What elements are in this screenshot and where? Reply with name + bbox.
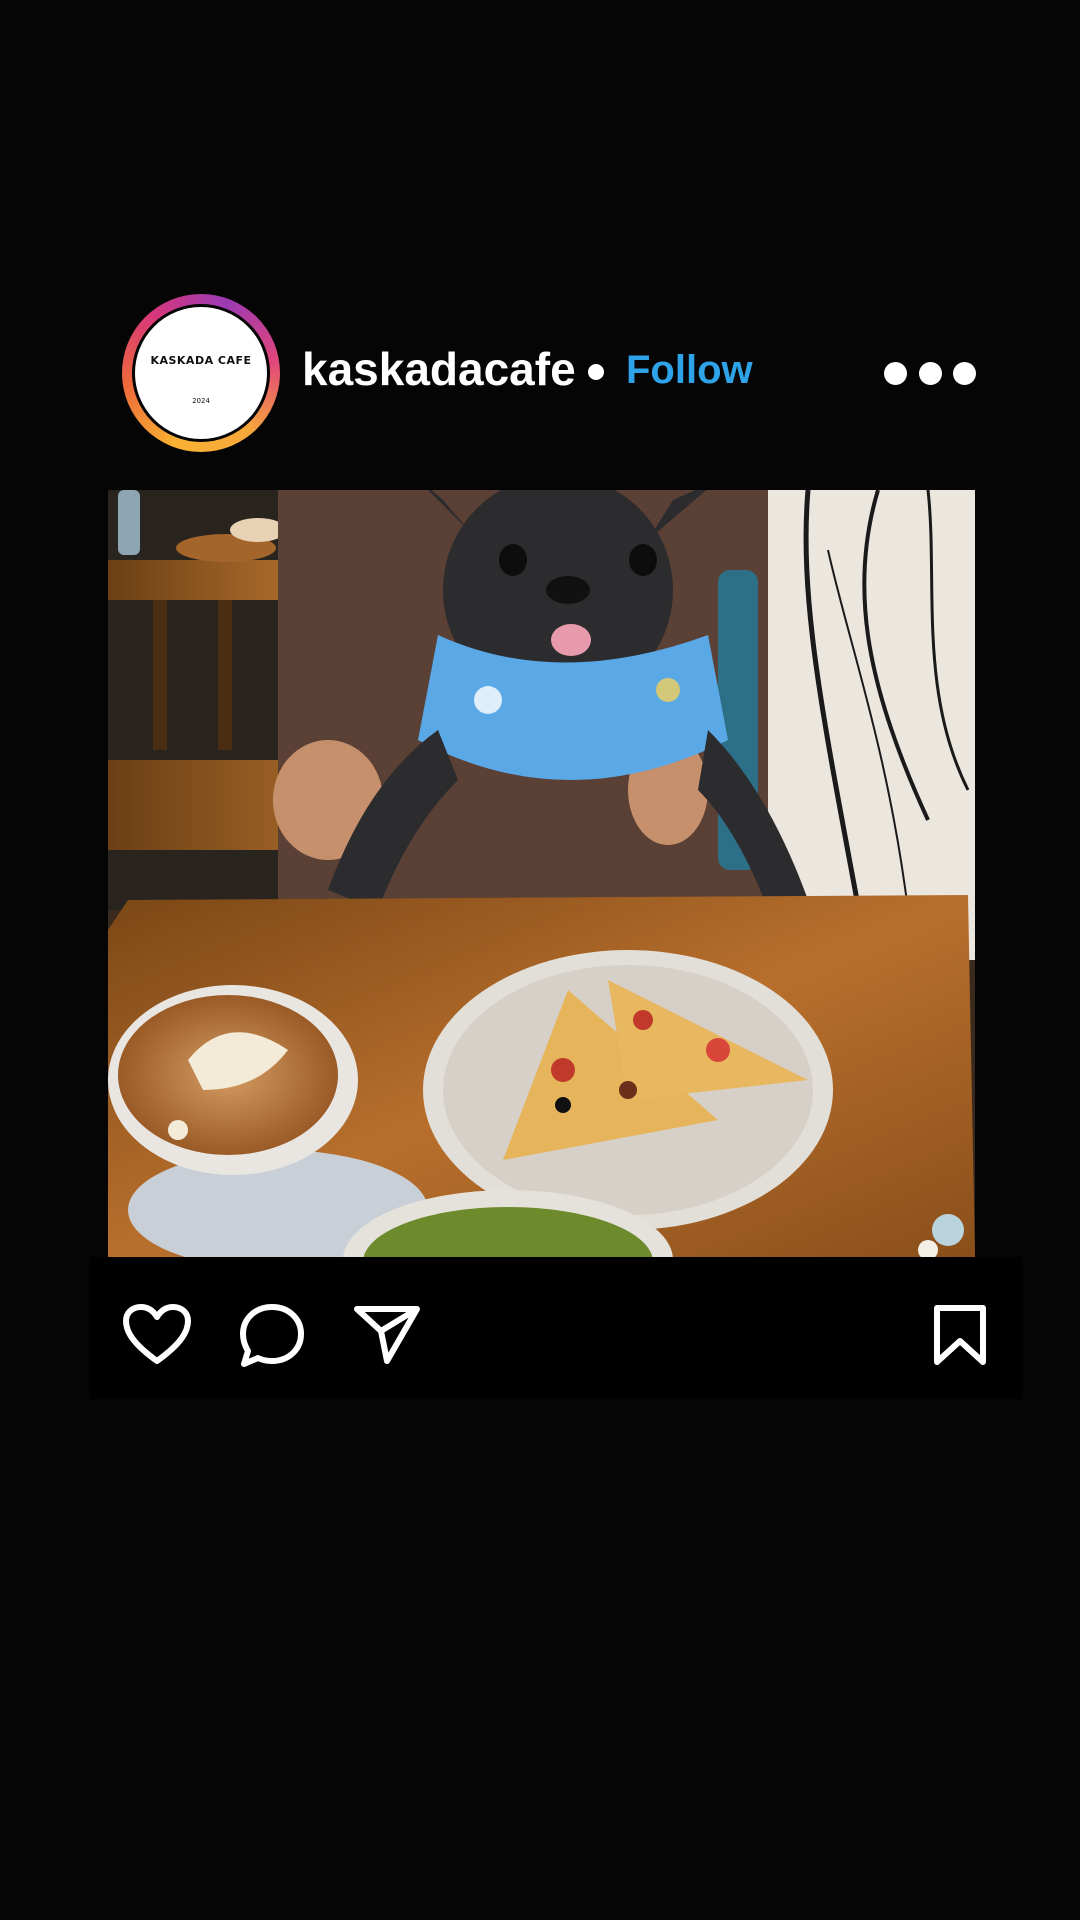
- avatar-logo-title: KASKADA CAFE: [150, 353, 252, 367]
- instagram-post: KASKADA CAFE 2024 kaskadacafe Follow: [0, 0, 1080, 1920]
- photo-illustration: [108, 490, 975, 1257]
- post-header: KASKADA CAFE 2024 kaskadacafe Follow: [120, 294, 980, 454]
- username[interactable]: kaskadacafe: [302, 346, 576, 392]
- bookmark-icon[interactable]: [932, 1303, 988, 1367]
- send-icon[interactable]: [353, 1303, 421, 1365]
- more-dot: [953, 361, 976, 385]
- separator-dot: [588, 364, 604, 380]
- story-ring[interactable]: KASKADA CAFE 2024: [122, 294, 280, 452]
- more-dot: [918, 361, 942, 385]
- more-options-icon[interactable]: [884, 360, 976, 386]
- heart-icon[interactable]: [122, 1303, 192, 1367]
- follow-button[interactable]: Follow: [626, 350, 753, 390]
- avatar[interactable]: KASKADA CAFE 2024: [132, 304, 270, 442]
- post-photo[interactable]: [108, 490, 975, 1257]
- comment-icon[interactable]: [238, 1303, 306, 1369]
- more-dot: [884, 361, 907, 385]
- action-bar: [90, 1257, 1022, 1399]
- avatar-logo-year: 2024: [192, 396, 210, 405]
